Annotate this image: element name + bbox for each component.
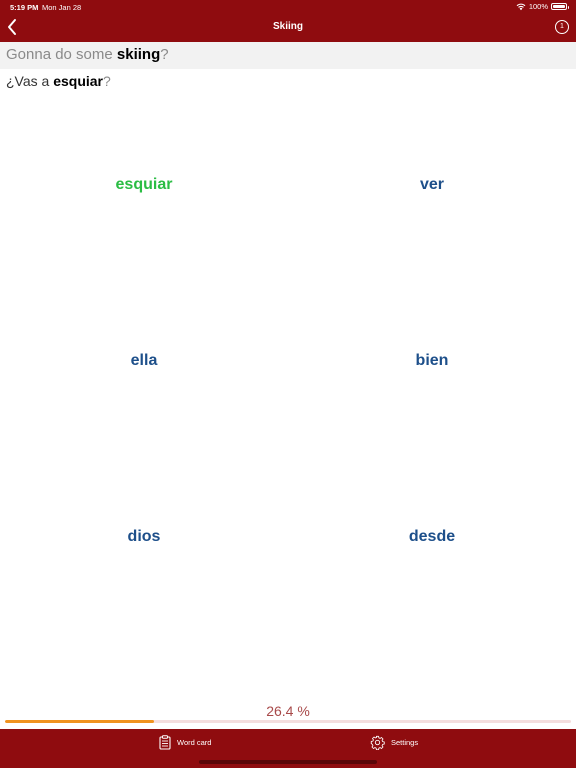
tab-settings[interactable]: Settings	[370, 735, 418, 750]
tab-settings-label: Settings	[391, 738, 419, 747]
answer-after: ?	[103, 73, 111, 89]
choice-dios[interactable]: dios	[0, 528, 288, 546]
prompt-sentence: Gonna do some skiing?	[6, 46, 169, 63]
status-date: Mon Jan 28	[42, 3, 82, 12]
answer-keyword: esquiar	[53, 73, 104, 89]
progress-label: 26.4 %	[266, 703, 310, 719]
counter-value: 1	[560, 23, 564, 30]
answer-sentence: ¿Vas a esquiar?	[6, 73, 111, 89]
prompt-after: ?	[160, 46, 169, 63]
clipboard-icon	[159, 735, 171, 750]
wifi-icon	[516, 3, 526, 10]
tab-word-card-label: Word card	[177, 738, 212, 747]
choice-bien[interactable]: bien	[288, 352, 576, 370]
counter-button[interactable]: 1	[555, 20, 569, 34]
status-indicators: 100%	[516, 2, 569, 11]
choice-ella[interactable]: ella	[0, 352, 288, 370]
battery-percent: 100%	[528, 2, 548, 11]
progress-fill	[5, 720, 155, 723]
tab-bar: Word card Settings	[0, 729, 576, 768]
battery-level	[553, 5, 565, 8]
choice-esquiar[interactable]: esquiar	[0, 176, 288, 194]
page-title: Skiing	[272, 21, 303, 32]
progress-bar	[5, 720, 571, 723]
navigation-bar: 5:19 PM Mon Jan 28 100% Skiing 1	[0, 0, 576, 42]
answer-before: ¿Vas a	[6, 73, 54, 89]
battery-icon	[551, 3, 569, 10]
tab-word-card[interactable]: Word card	[159, 735, 211, 750]
status-time: 5:19 PM	[10, 3, 39, 12]
prompt-before: Gonna do some	[6, 46, 117, 63]
choice-desde[interactable]: desde	[288, 528, 576, 546]
home-indicator[interactable]	[199, 760, 377, 764]
prompt-keyword: skiing	[116, 46, 161, 63]
gear-icon	[370, 735, 385, 750]
choice-ver[interactable]: ver	[288, 176, 576, 194]
prompt-row: Gonna do some skiing?	[0, 42, 576, 69]
